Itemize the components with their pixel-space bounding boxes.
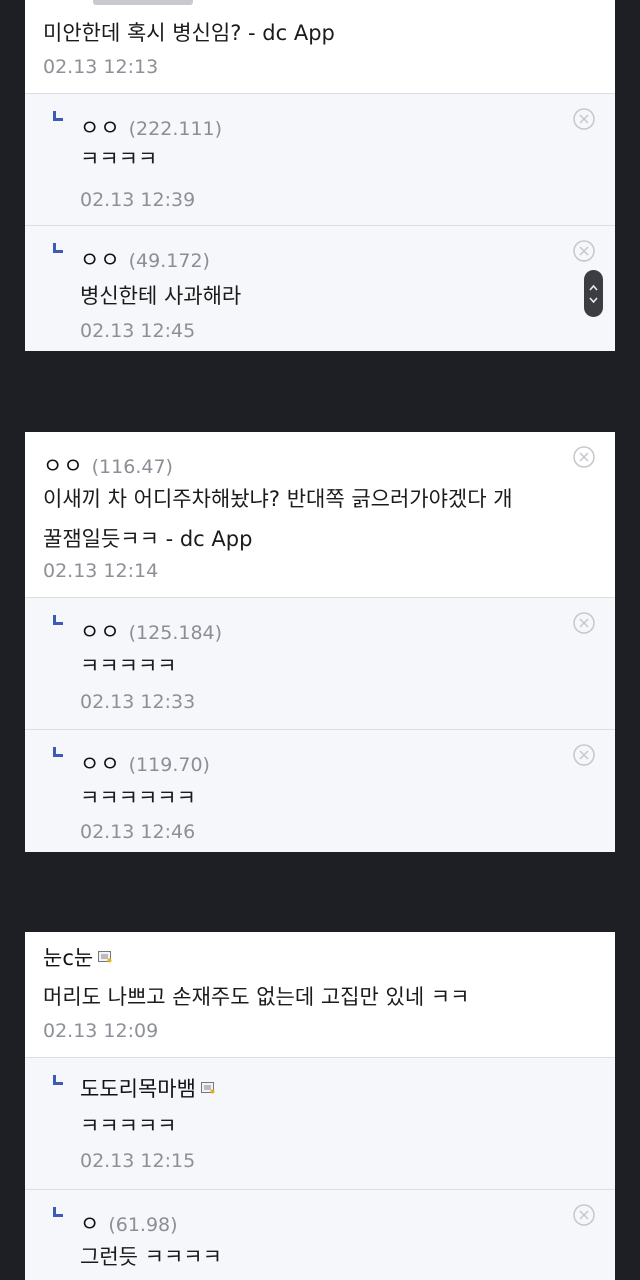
comment-ip: (116.47) — [91, 456, 173, 478]
reply-ip: (119.70) — [128, 754, 210, 776]
reply: ㅇ (61.98) 그런듯 ㅋㅋㅋㅋ — [25, 1190, 615, 1280]
reply-header: 도도리목마뱀 — [80, 1073, 215, 1103]
gallog-badge-icon[interactable] — [200, 1082, 215, 1094]
reply-date: 02.13 12:46 — [80, 821, 196, 843]
reply-nickname[interactable]: ㅇㅇ — [80, 748, 121, 778]
scroll-arrows-icon — [589, 284, 598, 304]
reply-hook-icon — [53, 747, 63, 757]
comment-date: 02.13 12:09 — [43, 1020, 159, 1042]
reply-date: 02.13 12:39 — [80, 189, 196, 211]
reply-nickname[interactable]: ㅇㅇ — [80, 112, 121, 142]
comment-thread-2: ㅇㅇ (116.47) 이새끼 차 어디주차해놨냐? 반대쪽 긁으러가야겠다 개… — [25, 432, 615, 852]
comment-thread-3: 눈c눈 머리도 나쁘고 손재주도 없는데 고집만 있네 ㅋㅋ 02.13 12:… — [25, 932, 615, 1280]
reply-hook-icon — [53, 111, 63, 121]
reply-header: ㅇㅇ (119.70) — [80, 748, 210, 778]
reply-ip: (125.184) — [128, 622, 223, 644]
scroll-handle[interactable] — [584, 270, 603, 317]
reply-hook-icon — [53, 1207, 63, 1217]
reply-text: 병신한테 사과해라 — [80, 284, 242, 308]
comment: 눈c눈 머리도 나쁘고 손재주도 없는데 고집만 있네 ㅋㅋ 02.13 12:… — [25, 932, 615, 1058]
reply-ip: (222.111) — [128, 118, 223, 140]
reply-date: 02.13 12:33 — [80, 691, 196, 713]
circle-x-icon[interactable] — [573, 446, 595, 468]
circle-x-icon[interactable] — [573, 1204, 595, 1226]
reply-date: 02.13 12:45 — [80, 320, 196, 342]
comment-text-line-2: 꿀잼일듯ㅋㅋ - dc App — [43, 527, 253, 551]
comment: 미안한데 혹시 병신임? - dc App 02.13 12:13 — [25, 0, 615, 94]
comment: ㅇㅇ (116.47) 이새끼 차 어디주차해놨냐? 반대쪽 긁으러가야겠다 개… — [25, 432, 615, 598]
comment-text: 미안한데 혹시 병신임? - dc App — [43, 21, 335, 45]
reply-hook-icon — [53, 1075, 63, 1085]
circle-x-icon[interactable] — [573, 240, 595, 262]
comment-text: 이새끼 차 어디주차해놨냐? 반대쪽 긁으러가야겠다 개 꿀잼일듯ㅋㅋ - dc… — [43, 484, 593, 555]
reply: ㅇㅇ (119.70) ㅋㅋㅋㅋㅋㅋ 02.13 12:46 — [25, 730, 615, 852]
reply: 도도리목마뱀 ㅋㅋㅋㅋㅋ 02.13 12:15 — [25, 1058, 615, 1190]
gallog-badge-icon[interactable] — [98, 951, 112, 963]
reply-text: 그런듯 ㅋㅋㅋㅋ — [80, 1245, 222, 1269]
reply: ㅇㅇ (125.184) ㅋㅋㅋㅋㅋ 02.13 12:33 — [25, 598, 615, 730]
reply-nickname[interactable]: ㅇㅇ — [80, 616, 121, 646]
reply-hook-icon — [53, 243, 63, 253]
comment-nickname[interactable]: 눈c눈 — [43, 942, 93, 972]
circle-x-icon[interactable] — [573, 612, 595, 634]
comment-thread-1: 미안한데 혹시 병신임? - dc App 02.13 12:13 ㅇㅇ (22… — [25, 0, 615, 351]
comment-nickname[interactable]: ㅇㅇ — [43, 450, 84, 480]
reply-header: ㅇㅇ (222.111) — [80, 112, 222, 142]
comment-date: 02.13 12:14 — [43, 560, 159, 582]
comment-header: 눈c눈 — [43, 942, 112, 972]
comment-text-line-1: 이새끼 차 어디주차해놨냐? 반대쪽 긁으러가야겠다 개 — [43, 487, 513, 511]
reply-ip: (49.172) — [128, 250, 210, 272]
reply-date: 02.13 12:15 — [80, 1150, 196, 1172]
reply-text: ㅋㅋㅋㅋ — [80, 147, 158, 171]
reply: ㅇㅇ (222.111) ㅋㅋㅋㅋ 02.13 12:39 — [25, 94, 615, 226]
comment-text: 머리도 나쁘고 손재주도 없는데 고집만 있네 ㅋㅋ — [43, 985, 470, 1009]
reply-ip: (61.98) — [108, 1214, 178, 1236]
comment-date: 02.13 12:13 — [43, 56, 159, 78]
reply-header: ㅇㅇ (49.172) — [80, 244, 210, 274]
comment-header: ㅇㅇ (116.47) — [43, 450, 173, 480]
reply-text: ㅋㅋㅋㅋㅋ — [80, 1114, 177, 1138]
circle-x-icon[interactable] — [573, 108, 595, 130]
reply-text: ㅋㅋㅋㅋㅋ — [80, 654, 177, 678]
reply-nickname[interactable]: 도도리목마뱀 — [80, 1073, 196, 1103]
reply-hook-icon — [53, 615, 63, 625]
reply-header: ㅇㅇ (125.184) — [80, 616, 222, 646]
circle-x-icon[interactable] — [573, 744, 595, 766]
reply-nickname[interactable]: ㅇ — [80, 1208, 100, 1238]
reply-nickname[interactable]: ㅇㅇ — [80, 244, 121, 274]
reply-text: ㅋㅋㅋㅋㅋㅋ — [80, 786, 196, 810]
reply: ㅇㅇ (49.172) 병신한테 사과해라 02.13 12:45 — [25, 226, 615, 351]
reply-header: ㅇ (61.98) — [80, 1208, 178, 1238]
partial-header-date — [43, 0, 193, 10]
